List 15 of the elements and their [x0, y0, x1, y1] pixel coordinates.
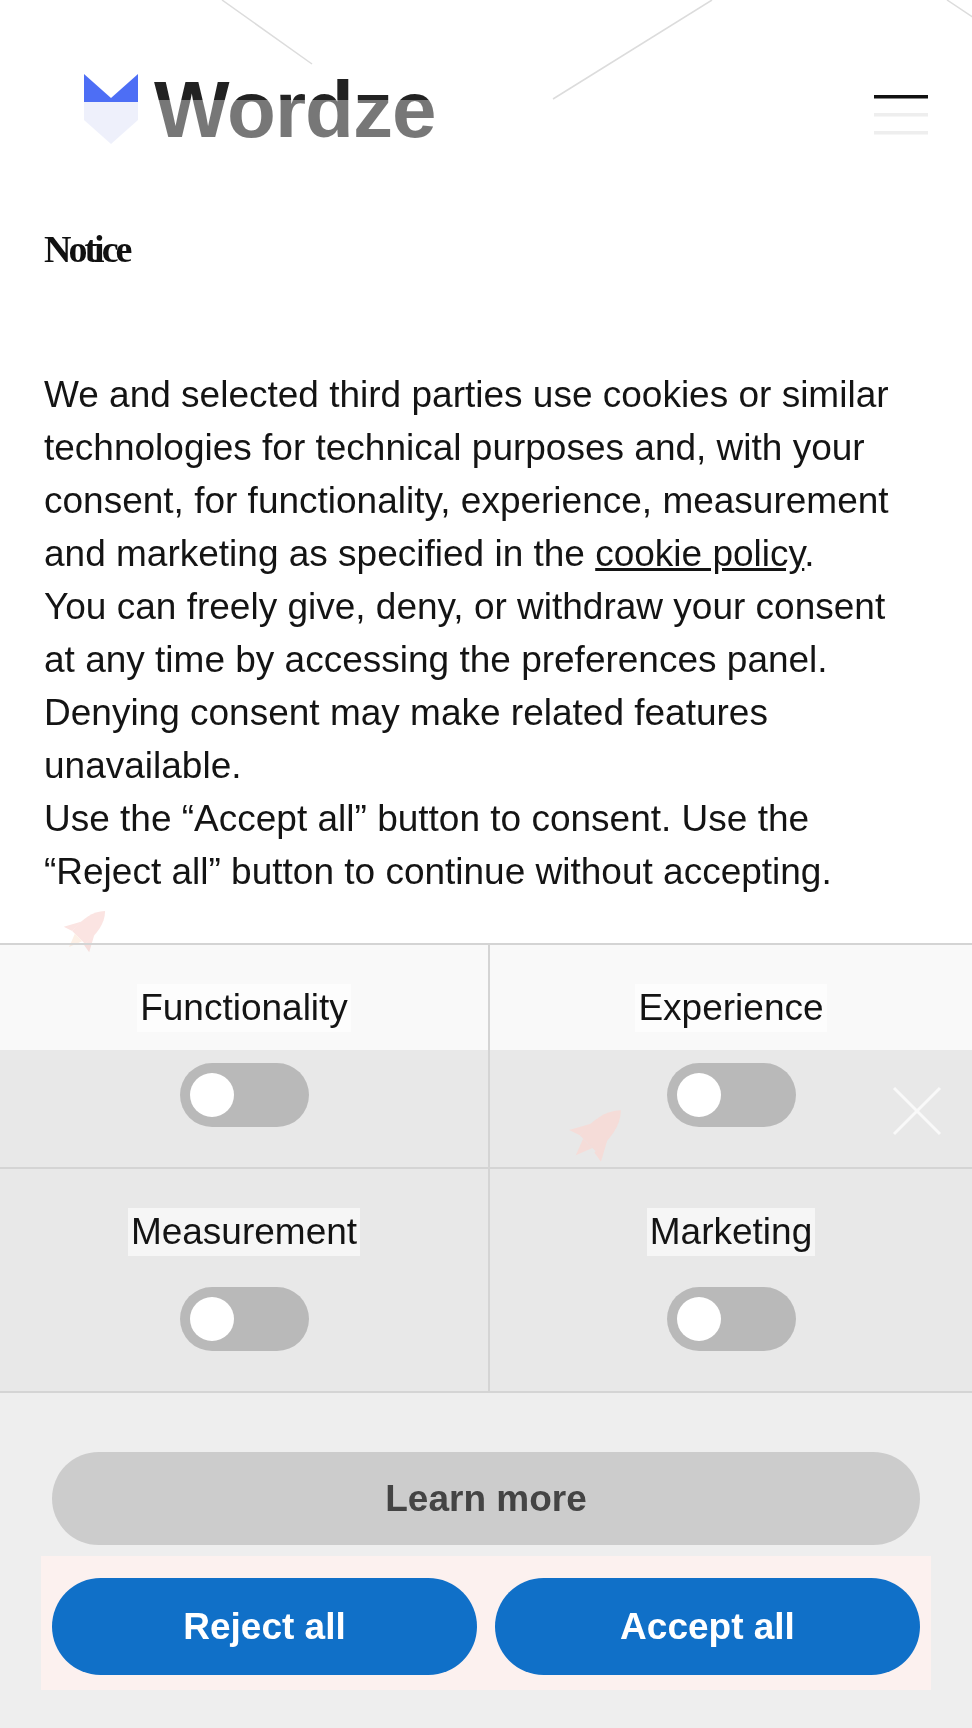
- notice-title: Notice: [44, 227, 130, 271]
- purpose-label: Measurement: [127, 1208, 361, 1256]
- menu-icon[interactable]: [874, 95, 928, 135]
- logo-icon[interactable]: [84, 74, 138, 144]
- consent-text: Use the “Accept all” button to consent. Use the “Reject all” button to continue without accepting.: [44, 797, 833, 894]
- consent-text: Denying consent may make related features unavailable.: [44, 691, 769, 788]
- learn-more-button[interactable]: Learn more: [52, 1452, 920, 1545]
- consent-text: We and selected third parties use cookies or similar technologies for technical purposes and, with your consent, for functionality, experience, measurement and marketing as specified in the cookie policy.: [44, 373, 890, 576]
- cookie-policy-link[interactable]: cookie policy: [595, 533, 805, 574]
- purpose-label: Marketing: [646, 1208, 816, 1256]
- consent-button[interactable]: Reject all: [52, 1578, 477, 1675]
- purpose-label: Functionality: [137, 984, 351, 1032]
- consent-text: You can freely give, deny, or withdraw your consent at any time by accessing the preferences panel.: [44, 585, 887, 682]
- purpose-label: Experience: [635, 984, 827, 1032]
- consent-button[interactable]: Accept all: [495, 1578, 920, 1675]
